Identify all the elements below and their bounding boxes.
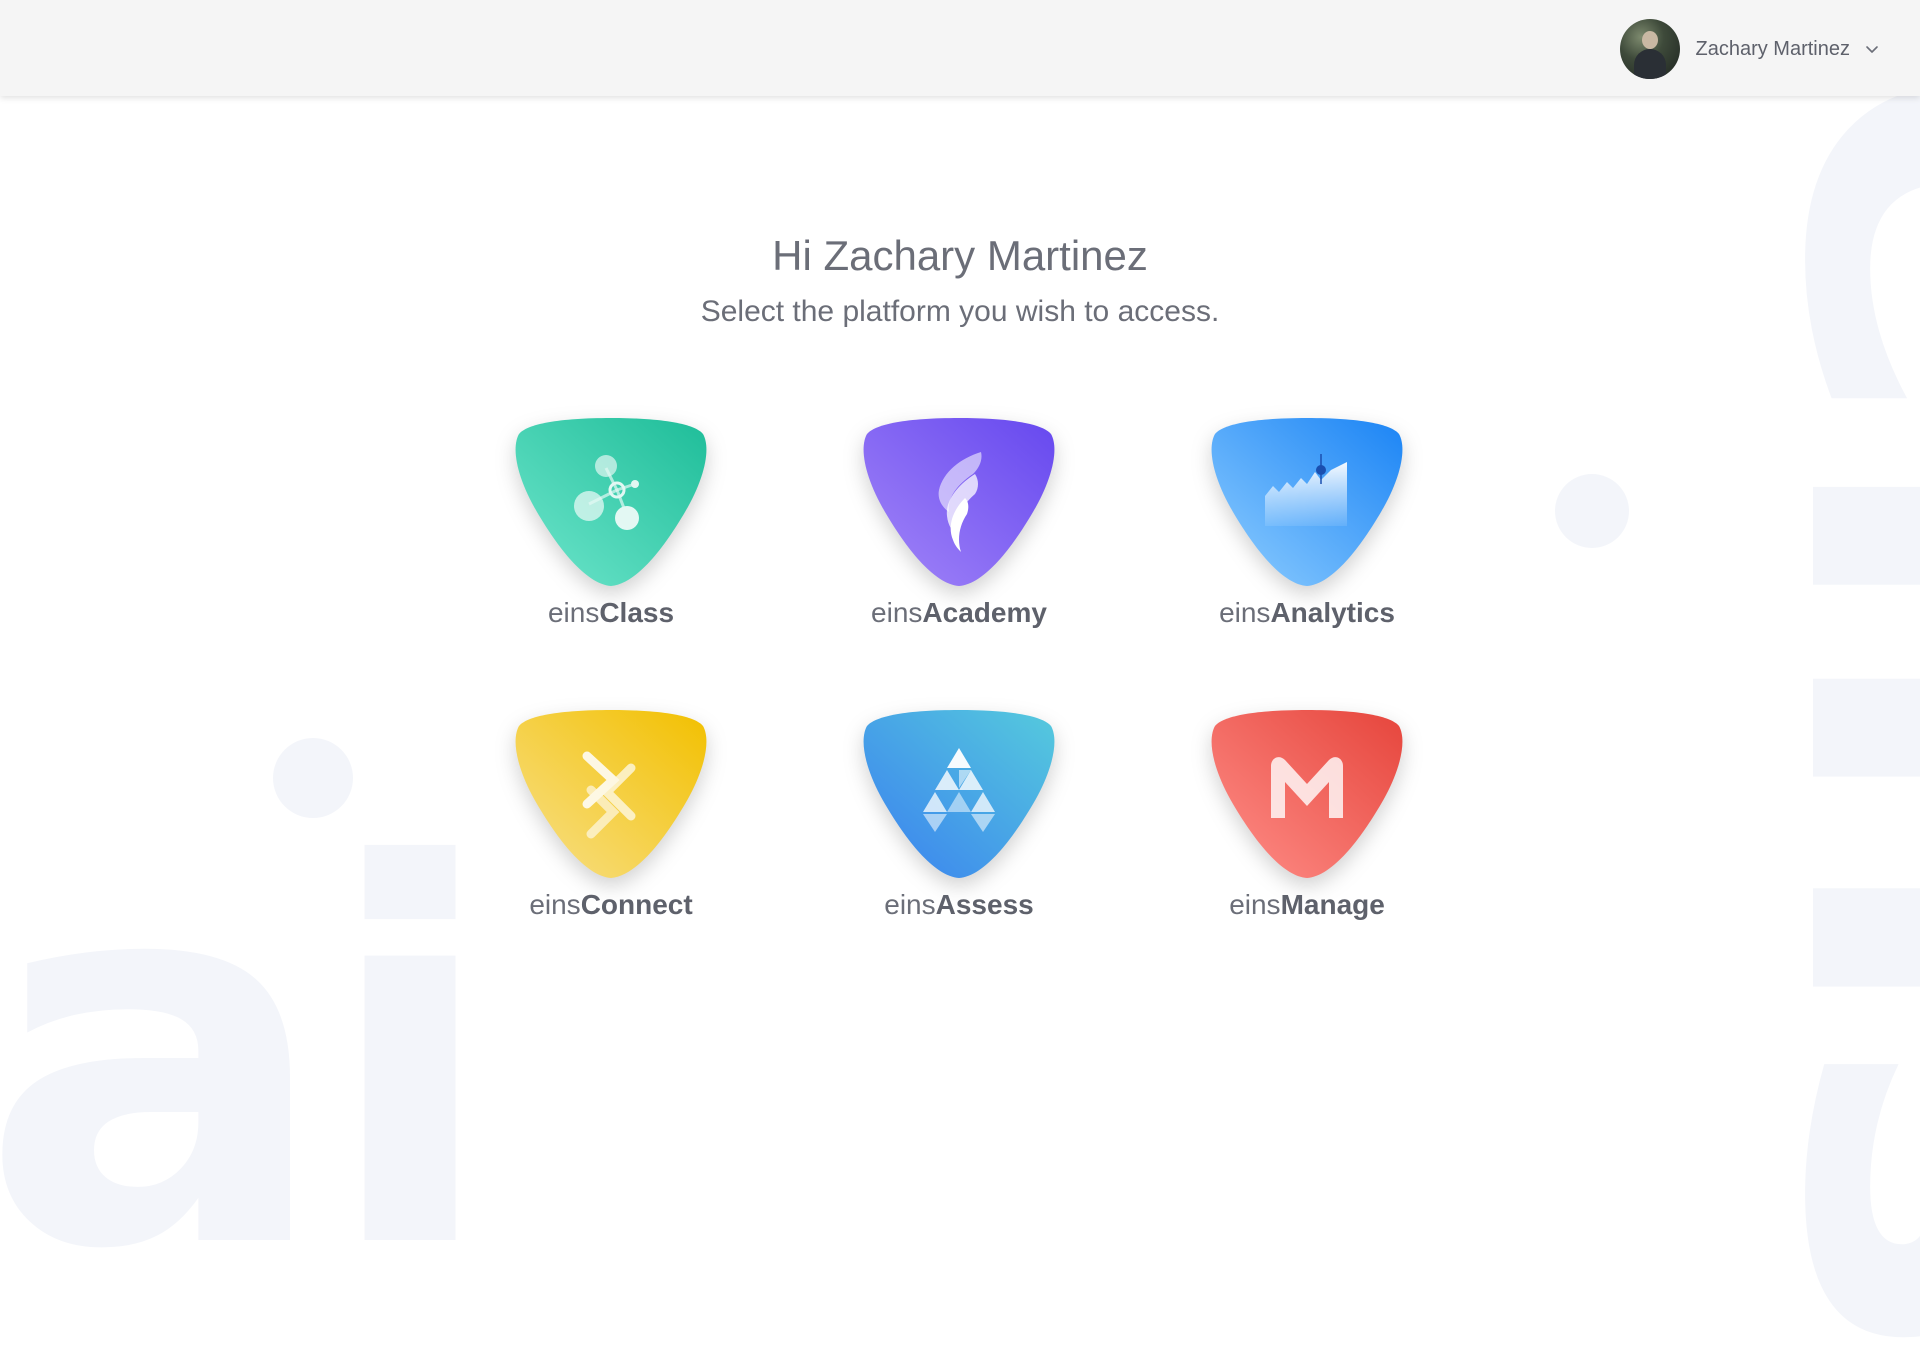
platform-label[interactable]: einsAcademy [826,597,1092,629]
watermark-dot [1555,474,1629,548]
platform-tile-class[interactable]: einsClass [478,414,738,664]
connect-badge[interactable] [513,706,709,882]
platform-name: Academy [922,597,1047,628]
platform-tile-analytics[interactable]: einsAnalytics [1174,414,1434,664]
platform-tile-manage[interactable]: einsManage [1174,706,1434,956]
user-menu[interactable]: Zachary Martinez [1619,19,1881,79]
platform-name: Analytics [1270,597,1395,628]
platform-label[interactable]: einsConnect [478,889,744,921]
platform-label[interactable]: einsAnalytics [1174,597,1440,629]
platform-tile-academy[interactable]: einsAcademy [826,414,1086,664]
assess-badge[interactable] [861,706,1057,882]
academy-badge[interactable] [861,414,1057,590]
platform-name: Manage [1280,889,1385,920]
platform-name: Assess [935,889,1034,920]
platform-prefix: eins [884,889,936,920]
user-name[interactable]: Zachary Martinez [1696,38,1851,61]
platform-prefix: eins [1229,889,1281,920]
platform-name: Class [599,597,675,628]
platform-prefix: eins [871,597,923,628]
avatar[interactable] [1619,19,1680,79]
platform-label[interactable]: einsManage [1174,889,1440,921]
platform-prefix: eins [547,597,600,628]
top-bar: Zachary Martinez [0,0,1920,96]
watermark-ai: ai [0,757,499,1363]
class-badge[interactable] [513,414,709,590]
platform-tile-connect[interactable]: einsConnect [478,706,738,956]
greeting-title: Hi Zachary Martinez [772,232,1148,279]
platform-prefix: eins [1219,597,1271,628]
analytics-badge[interactable] [1209,414,1405,590]
platform-prefix: eins [529,889,581,920]
watermark-dot [273,738,353,818]
manage-badge[interactable] [1209,706,1405,882]
platform-tile-assess[interactable]: einsAssess [826,706,1086,956]
greeting-subtitle: Select the platform you wish to access. [700,295,1220,328]
platform-label[interactable]: einsClass [478,597,744,629]
chevron-down-icon[interactable] [1864,41,1880,57]
platform-name: Connect [580,889,693,920]
platform-label[interactable]: einsAssess [826,889,1092,921]
